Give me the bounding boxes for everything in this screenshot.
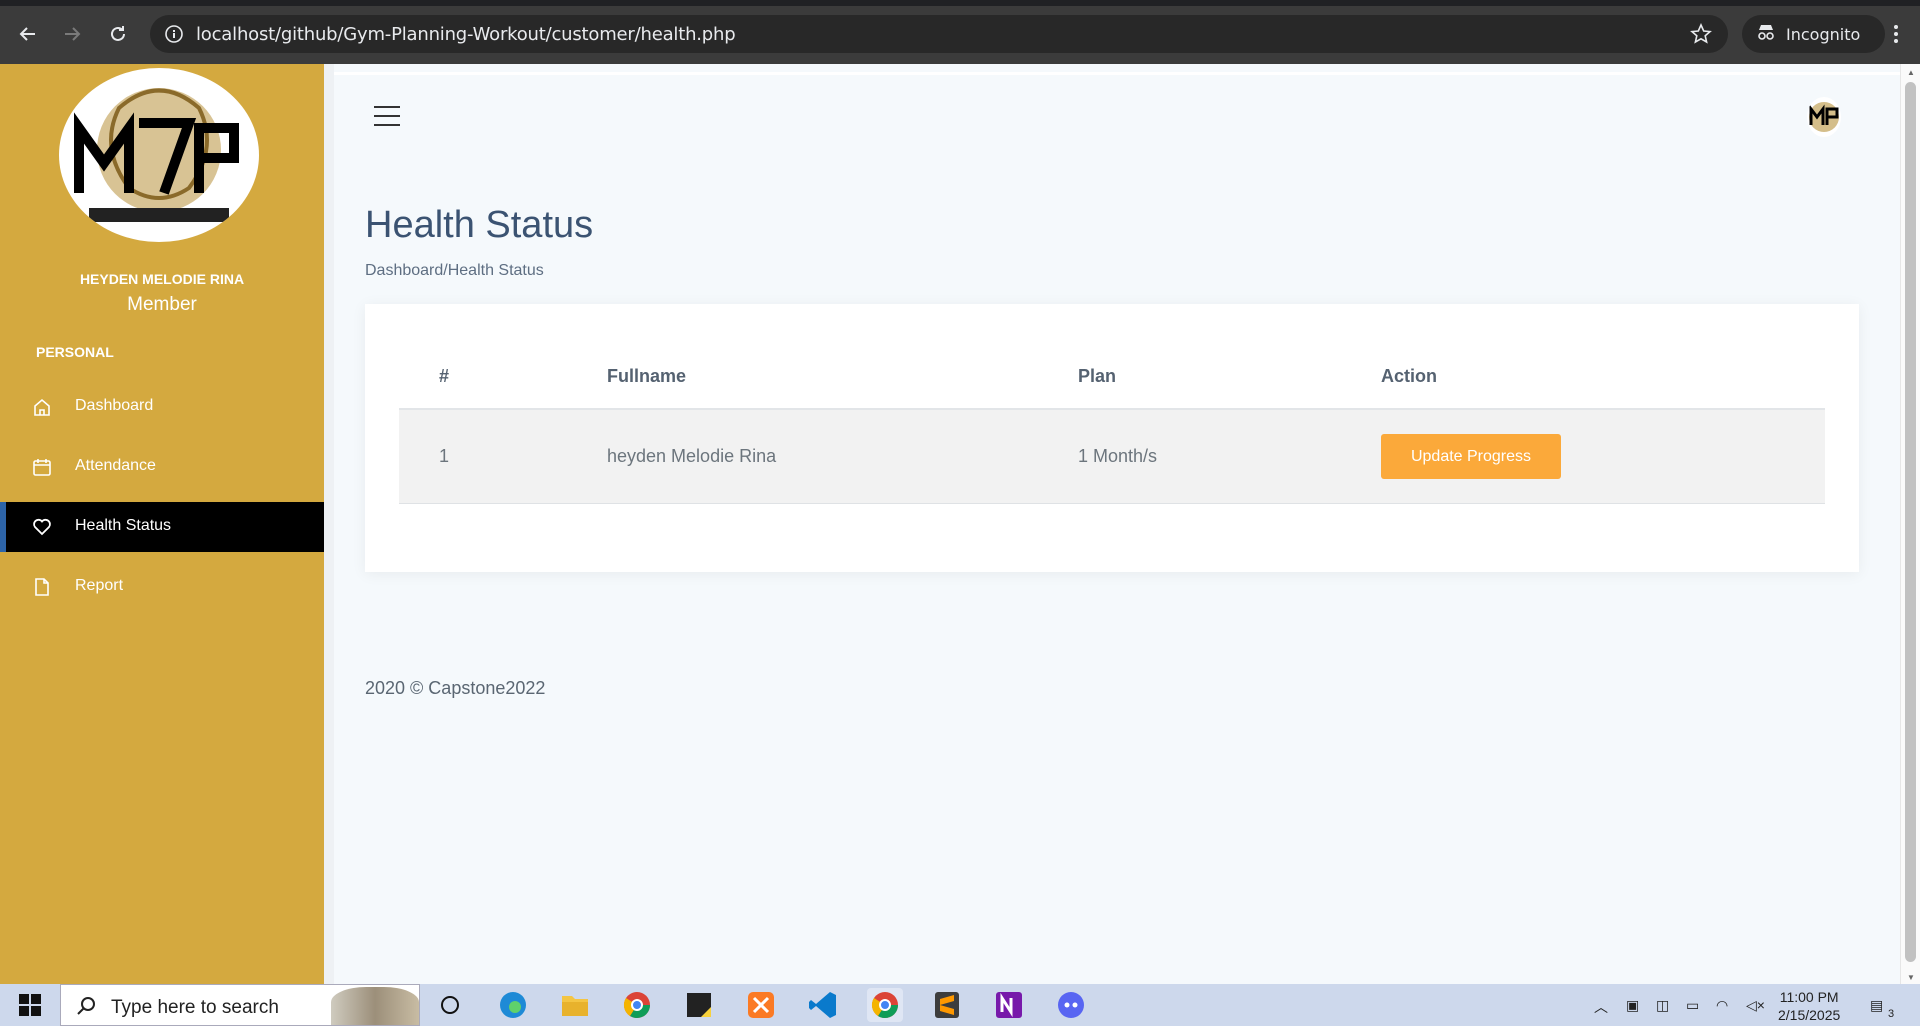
sidebar-item-label: Attendance (75, 457, 156, 474)
forward-icon[interactable] (58, 20, 86, 48)
home-icon (32, 397, 52, 417)
volume-muted-icon[interactable]: ◁× (1746, 997, 1765, 1014)
incognito-icon (1756, 24, 1776, 44)
back-icon[interactable] (14, 20, 42, 48)
sidebar-item-report[interactable]: Report (0, 562, 324, 612)
nav-section-personal: PERSONAL (36, 344, 114, 360)
discord-icon[interactable] (1053, 988, 1089, 1022)
notification-count: 3 (1888, 1008, 1895, 1020)
url-text: localhost/github/Gym-Planning-Workout/cu… (196, 24, 736, 45)
tray-meet-icon[interactable]: ▣ (1626, 997, 1639, 1014)
main-content: Health Status Dashboard/Health Status # … (324, 64, 1900, 984)
tab-strip (0, 0, 1920, 6)
tray-camera-icon[interactable]: ◫ (1656, 997, 1669, 1014)
scroll-down-icon[interactable]: ▼ (1907, 973, 1915, 982)
search-icon (75, 995, 97, 1022)
vscode-icon[interactable] (805, 988, 841, 1022)
topbar-divider (334, 72, 1900, 75)
column-header-number: # (439, 365, 450, 386)
column-header-fullname: Fullname (607, 365, 687, 386)
tray-chevron-icon[interactable]: ︿ (1594, 997, 1608, 1017)
xampp-icon[interactable] (743, 988, 779, 1022)
incognito-label: Incognito (1786, 24, 1861, 44)
windows-start-icon[interactable] (0, 984, 60, 1026)
battery-icon[interactable]: ▭ (1686, 997, 1699, 1014)
task-view-icon[interactable] (432, 988, 468, 1022)
search-highlight-image (331, 987, 419, 1025)
row-number: 1 (439, 446, 450, 466)
bookmark-star-icon[interactable] (1690, 23, 1712, 50)
sidebar-item-label: Report (75, 577, 124, 594)
edge-browser-icon[interactable] (495, 988, 531, 1022)
calendar-icon (32, 457, 52, 477)
row-action: Update Progress (1381, 410, 1561, 503)
sidebar-item-label: Dashboard (75, 397, 154, 414)
user-avatar[interactable] (1807, 97, 1841, 137)
sidebar-item-health-status[interactable]: Health Status (0, 502, 324, 552)
page-footer: 2020 © Capstone2022 (365, 678, 546, 698)
browser-toolbar: localhost/github/Gym-Planning-Workout/cu… (0, 0, 1920, 64)
column-header-plan: Plan (1078, 365, 1117, 386)
windows-taskbar: Type here to search ︿ ▣ ◫ ▭ ◠ ◁× 11:00 P… (0, 984, 1920, 1026)
site-info-icon[interactable] (164, 24, 184, 49)
system-clock[interactable]: 11:00 PM 2/15/2025 (1778, 988, 1840, 1024)
chrome-profile-icon[interactable] (619, 988, 655, 1022)
scrollbar-thumb[interactable] (1905, 82, 1916, 962)
update-progress-button[interactable]: Update Progress (1381, 434, 1561, 479)
chrome-active-icon[interactable] (867, 988, 903, 1022)
health-status-table: # Fullname Plan Action 1 heyden Melodie … (399, 344, 1825, 504)
sidebar: HEYDEN MELODIE RINA Member PERSONAL Dash… (0, 64, 324, 984)
column-header-action: Action (1381, 365, 1437, 386)
wifi-icon[interactable]: ◠ (1716, 997, 1728, 1014)
scroll-up-icon[interactable]: ▲ (1907, 68, 1915, 77)
user-role: Member (127, 294, 197, 315)
row-fullname: heyden Melodie Rina (607, 446, 777, 466)
gym-logo (59, 68, 259, 242)
taskbar-search-placeholder: Type here to search (111, 997, 279, 1018)
incognito-badge[interactable]: Incognito (1742, 15, 1885, 53)
page-title: Health Status (365, 204, 594, 246)
page-viewport: HEYDEN MELODIE RINA Member PERSONAL Dash… (0, 64, 1920, 984)
sublime-text-icon[interactable] (929, 988, 965, 1022)
sidebar-item-label: Health Status (75, 517, 172, 534)
health-status-card: # Fullname Plan Action 1 heyden Melodie … (365, 304, 1859, 572)
file-icon (32, 577, 52, 597)
table-row: 1 heyden Melodie Rina 1 Month/s Update P… (399, 410, 1825, 504)
table-header: # Fullname Plan Action (399, 344, 1825, 410)
browser-menu-icon[interactable] (1882, 20, 1910, 48)
row-plan: 1 Month/s (1078, 446, 1158, 466)
taskbar-search[interactable]: Type here to search (60, 984, 420, 1026)
onenote-icon[interactable] (991, 988, 1027, 1022)
breadcrumb: Dashboard/Health Status (365, 262, 544, 279)
reload-icon[interactable] (104, 20, 132, 48)
file-explorer-icon[interactable] (557, 988, 593, 1022)
clock-date: 2/15/2025 (1778, 1007, 1841, 1023)
notification-center-icon[interactable]: ▤ (1870, 997, 1883, 1014)
clock-time: 11:00 PM (1779, 989, 1839, 1005)
sidebar-item-dashboard[interactable]: Dashboard (0, 382, 324, 432)
address-bar[interactable]: localhost/github/Gym-Planning-Workout/cu… (150, 15, 1728, 53)
user-name: HEYDEN MELODIE RINA (79, 271, 245, 287)
page-scrollbar[interactable]: ▲ ▼ (1900, 64, 1920, 984)
sidebar-item-attendance[interactable]: Attendance (0, 442, 324, 492)
sticky-notes-icon[interactable] (681, 988, 717, 1022)
heart-icon (32, 517, 52, 537)
hamburger-menu-icon[interactable] (374, 106, 400, 128)
